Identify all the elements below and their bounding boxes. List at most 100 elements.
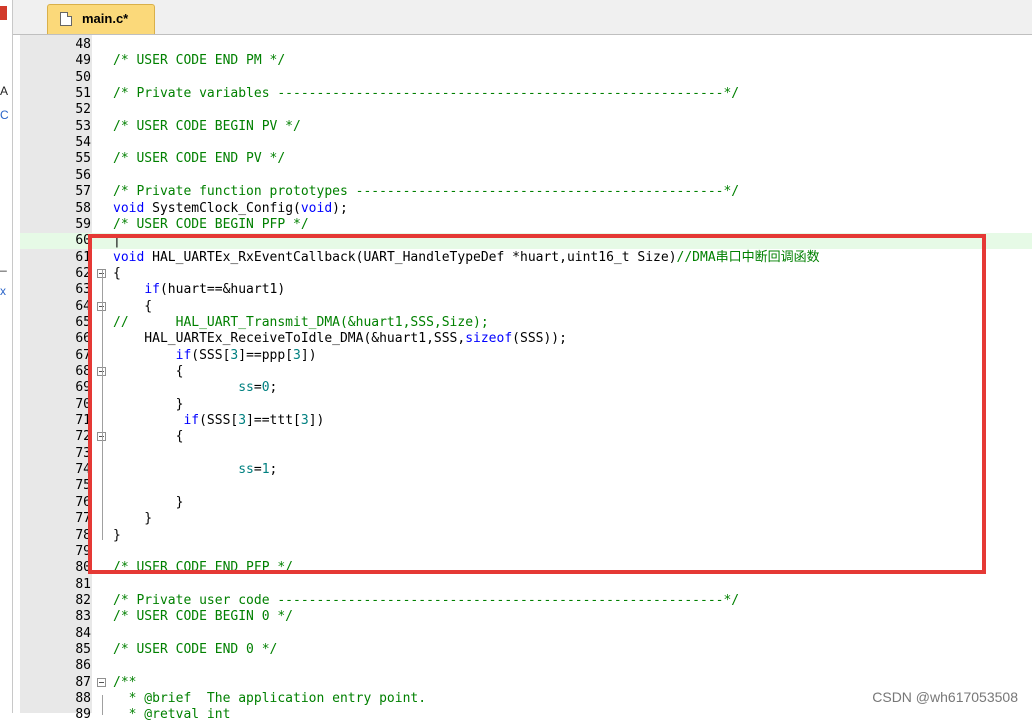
line-number: 71 [75,413,91,429]
code-line[interactable]: 49 /* USER CODE END PM */ [20,53,1032,69]
code-text: { [113,299,152,315]
code-line[interactable]: 85 /* USER CODE END 0 */ [20,642,1032,658]
code-line[interactable]: 53 /* USER CODE BEGIN PV */ [20,119,1032,135]
code-line[interactable]: 68 { [20,364,1032,380]
code-editor[interactable]: 48 49 /* USER CODE END PM */ 50 51 /* Private… [20,35,1032,722]
code-token: } [113,511,153,527]
code-text: /* Private function prototypes ---------… [113,184,739,200]
line-number: 57 [75,184,91,200]
code-token: } [113,527,121,543]
code-line[interactable]: 48 [20,37,1032,53]
code-line[interactable]: 58 void SystemClock_Config(void); [20,201,1032,217]
line-number: 53 [75,118,91,134]
code-line[interactable]: 83 /* USER CODE BEGIN 0 */ [20,609,1032,625]
code-token: (SSS[ [199,413,239,429]
code-line[interactable]: 79 [20,544,1032,560]
code-token: /* USER CODE END PV */ [113,151,286,167]
code-token: if [175,347,192,363]
line-number: 74 [75,462,91,478]
line-number: 65 [75,314,91,330]
line-number: 68 [75,364,91,379]
fold-guide [102,695,103,715]
code-line[interactable]: 63 if(huart==&huart1) [20,282,1032,298]
code-line[interactable]: 59 /* USER CODE BEGIN PFP */ [20,217,1032,233]
code-line[interactable]: 62 { [20,266,1032,282]
code-line[interactable]: 65 // HAL_UART_Transmit_DMA(&huart1,SSS,S… [20,315,1032,331]
code-line[interactable]: 76 } [20,495,1032,511]
code-text: // HAL_UART_Transmit_DMA(&huart1,SSS,Siz… [113,315,489,331]
left-panel-char: x [0,284,6,298]
code-token: 3 [300,413,309,429]
code-line[interactable]: 86 [20,658,1032,674]
code-token: ]==ttt[ [246,413,301,429]
code-token: ss [238,380,254,396]
code-line[interactable]: 84 [20,626,1032,642]
line-number: 77 [75,511,91,527]
line-number: 48 [75,37,91,52]
code-line[interactable]: 75 [20,478,1032,494]
code-token: (huart==&huart1) [159,282,286,298]
code-line[interactable]: 57 /* Private function prototypes -------… [20,184,1032,200]
line-number: 62 [75,265,91,281]
line-number: 87 [75,674,91,690]
line-number: 50 [75,69,91,85]
code-line[interactable]: 56 [20,168,1032,184]
code-line[interactable]: 67 if(SSS[3]==ppp[3]) [20,348,1032,364]
code-token: 0 [261,380,270,396]
code-line[interactable]: 74 ss=1; [20,462,1032,478]
code-line[interactable]: 61 void HAL_UARTEx_RxEventCallback(UART_H… [20,250,1032,266]
code-token: sizeof [465,331,513,347]
code-token: | [113,233,121,249]
code-token: if [183,413,200,429]
line-number: 51 [75,86,91,102]
code-line[interactable]: 69 ss=0; [20,380,1032,396]
code-token: // HAL_UART_Transmit_DMA(&huart1,SSS,Siz… [113,314,489,330]
code-text: /** [113,675,136,691]
line-number: 49 [75,53,91,69]
code-text: if(SSS[3]==ppp[3]) [113,348,317,364]
code-text: } [113,528,121,544]
code-token: } [113,396,184,412]
code-text: void SystemClock_Config(void); [113,201,348,217]
code-token: HAL_UARTEx_RxEventCallback(UART_HandleTy… [144,249,677,265]
fold-toggle-icon[interactable] [97,677,106,687]
line-number: 85 [75,641,91,657]
code-line[interactable]: 72 { [20,429,1032,445]
editor-tab-bar: main.c* [13,0,1032,35]
code-token: void [113,200,145,216]
left-panel-char: _ [0,258,7,272]
code-line[interactable]: 55 /* USER CODE END PV */ [20,151,1032,167]
tab-main-c[interactable]: main.c* [47,4,155,34]
code-line[interactable]: 78} [20,528,1032,544]
code-line[interactable]: 89 * @retval int [20,707,1032,723]
code-token: = [253,462,262,478]
code-text: /* USER CODE END PM */ [113,53,285,69]
code-line[interactable]: 82 /* Private user code -----------------… [20,593,1032,609]
code-line[interactable]: 71 if(SSS[3]==ttt[3]) [20,413,1032,429]
code-token: if [144,282,160,298]
line-number: 69 [75,380,91,396]
code-token: { [113,265,121,281]
code-line[interactable]: 80 /* USER CODE END PFP */ [20,560,1032,576]
code-line[interactable]: 81 [20,577,1032,593]
code-line[interactable]: 70 } [20,397,1032,413]
line-number: 84 [75,625,91,641]
code-line[interactable]: 66 HAL_UARTEx_ReceiveToIdle_DMA(&huart1,… [20,331,1032,347]
code-token: void [113,249,145,265]
code-token: /** [113,674,137,690]
code-line[interactable]: 73 [20,446,1032,462]
code-token: ; [269,380,278,396]
code-line[interactable]: 51 /* Private variables -----------------… [20,86,1032,102]
code-token: ]) [308,413,325,429]
code-line[interactable]: 52 [20,102,1032,118]
code-line[interactable]: 77 } [20,511,1032,527]
code-token: /* USER CODE END PM */ [113,53,286,69]
code-text: /* USER CODE END PV */ [113,151,285,167]
code-line[interactable]: 54 [20,135,1032,151]
code-line[interactable]: 64 { [20,299,1032,315]
code-line[interactable]: 50 [20,70,1032,86]
code-line[interactable]: 60 | [20,233,1032,250]
